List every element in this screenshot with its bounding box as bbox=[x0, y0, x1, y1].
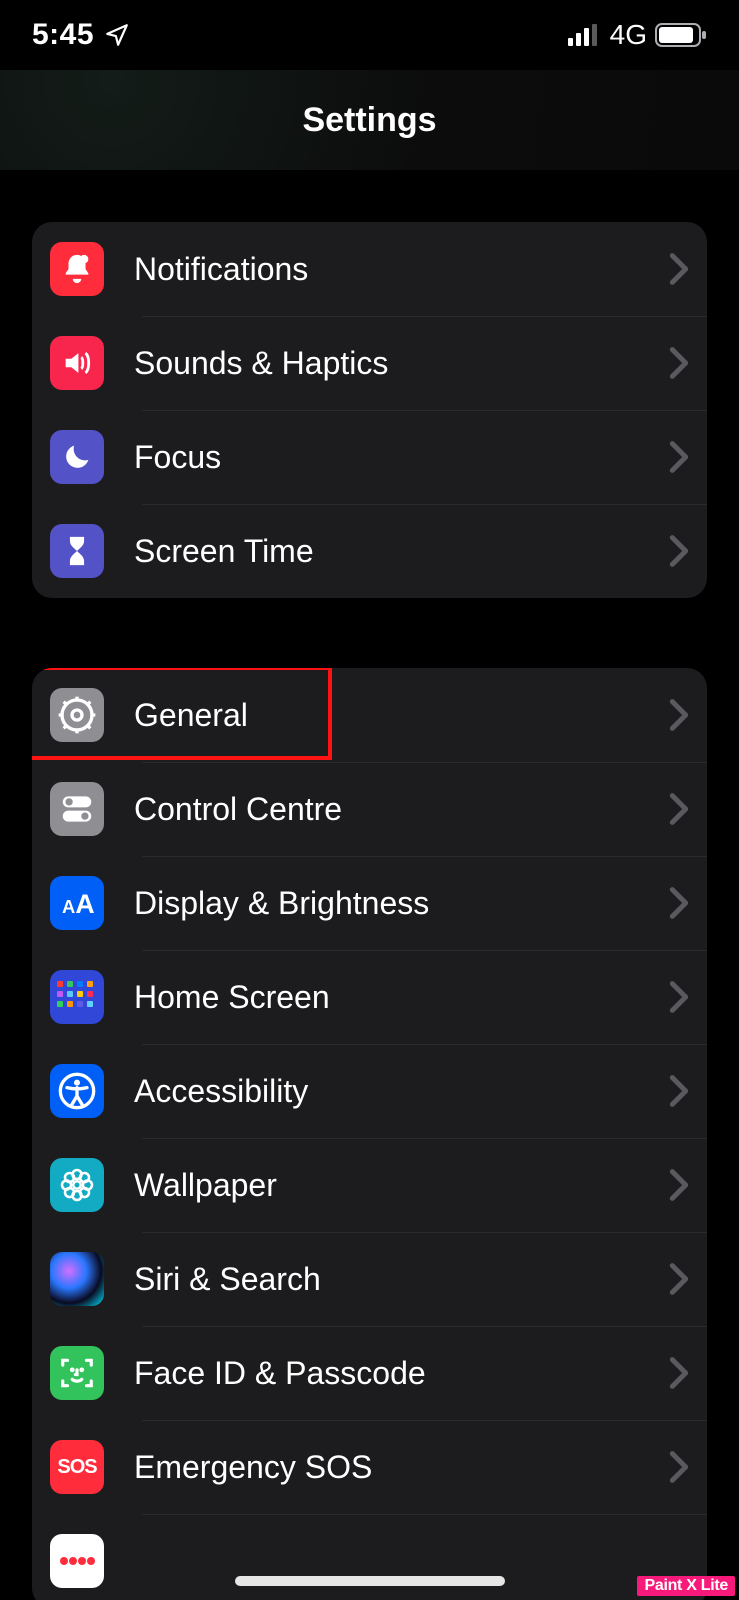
row-label: Notifications bbox=[134, 251, 669, 288]
settings-row-screen-time[interactable]: Screen Time bbox=[32, 504, 707, 598]
chevron-right-icon bbox=[669, 1262, 689, 1296]
sos-icon: SOS bbox=[50, 1440, 104, 1494]
text-size-icon: AA bbox=[50, 876, 104, 930]
hourglass-icon bbox=[50, 524, 104, 578]
settings-row-emergency-sos[interactable]: SOS Emergency SOS bbox=[32, 1420, 707, 1514]
face-id-icon bbox=[50, 1346, 104, 1400]
accessibility-icon bbox=[50, 1064, 104, 1118]
bell-icon bbox=[50, 242, 104, 296]
header: Settings bbox=[0, 70, 739, 170]
chevron-right-icon bbox=[669, 346, 689, 380]
home-indicator[interactable] bbox=[235, 1576, 505, 1586]
chevron-right-icon bbox=[669, 252, 689, 286]
settings-row-home-screen[interactable]: Home Screen bbox=[32, 950, 707, 1044]
settings-row-general[interactable]: General bbox=[32, 668, 707, 762]
chevron-right-icon bbox=[669, 980, 689, 1014]
settings-row-display-brightness[interactable]: AA Display & Brightness bbox=[32, 856, 707, 950]
row-label: Screen Time bbox=[134, 533, 669, 570]
row-label: Accessibility bbox=[134, 1073, 669, 1110]
row-label: Focus bbox=[134, 439, 669, 476]
chevron-right-icon bbox=[669, 792, 689, 826]
battery-icon bbox=[655, 22, 707, 48]
chevron-right-icon bbox=[669, 886, 689, 920]
chevron-right-icon bbox=[669, 534, 689, 568]
exposure-icon bbox=[50, 1534, 104, 1588]
chevron-right-icon bbox=[669, 1074, 689, 1108]
siri-icon bbox=[50, 1252, 104, 1306]
page-title: Settings bbox=[302, 101, 436, 140]
row-label: Sounds & Haptics bbox=[134, 345, 669, 382]
app-grid-icon bbox=[50, 970, 104, 1024]
row-label: Control Centre bbox=[134, 791, 669, 828]
settings-row-wallpaper[interactable]: Wallpaper bbox=[32, 1138, 707, 1232]
settings-group-1: Notifications Sounds & Haptics Focus Scr… bbox=[32, 222, 707, 598]
gear-icon bbox=[50, 688, 104, 742]
settings-row-partial[interactable] bbox=[32, 1514, 707, 1600]
cell-signal-icon bbox=[568, 24, 602, 46]
row-label: General bbox=[134, 697, 669, 734]
row-label: Face ID & Passcode bbox=[134, 1355, 669, 1392]
watermark: Paint X Lite bbox=[637, 1576, 735, 1596]
row-label: Wallpaper bbox=[134, 1167, 669, 1204]
svg-text:A: A bbox=[75, 889, 94, 919]
row-label: Emergency SOS bbox=[134, 1449, 669, 1486]
settings-row-accessibility[interactable]: Accessibility bbox=[32, 1044, 707, 1138]
speaker-icon bbox=[50, 336, 104, 390]
chevron-right-icon bbox=[669, 1168, 689, 1202]
settings-list: Notifications Sounds & Haptics Focus Scr… bbox=[0, 170, 739, 1600]
chevron-right-icon bbox=[669, 440, 689, 474]
toggles-icon bbox=[50, 782, 104, 836]
row-label: Siri & Search bbox=[134, 1261, 669, 1298]
network-label: 4G bbox=[610, 19, 647, 51]
location-icon bbox=[104, 22, 130, 48]
settings-row-notifications[interactable]: Notifications bbox=[32, 222, 707, 316]
settings-row-face-id-passcode[interactable]: Face ID & Passcode bbox=[32, 1326, 707, 1420]
chevron-right-icon bbox=[669, 698, 689, 732]
settings-group-2: General Control Centre AA Display & Brig… bbox=[32, 668, 707, 1600]
status-time: 5:45 bbox=[32, 18, 94, 52]
row-label: Display & Brightness bbox=[134, 885, 669, 922]
settings-row-focus[interactable]: Focus bbox=[32, 410, 707, 504]
chevron-right-icon bbox=[669, 1450, 689, 1484]
chevron-right-icon bbox=[669, 1356, 689, 1390]
svg-text:A: A bbox=[62, 896, 75, 917]
status-bar: 5:45 4G bbox=[0, 0, 739, 70]
settings-row-control-centre[interactable]: Control Centre bbox=[32, 762, 707, 856]
settings-row-sounds-haptics[interactable]: Sounds & Haptics bbox=[32, 316, 707, 410]
moon-icon bbox=[50, 430, 104, 484]
flower-icon bbox=[50, 1158, 104, 1212]
settings-row-siri-search[interactable]: Siri & Search bbox=[32, 1232, 707, 1326]
row-label: Home Screen bbox=[134, 979, 669, 1016]
